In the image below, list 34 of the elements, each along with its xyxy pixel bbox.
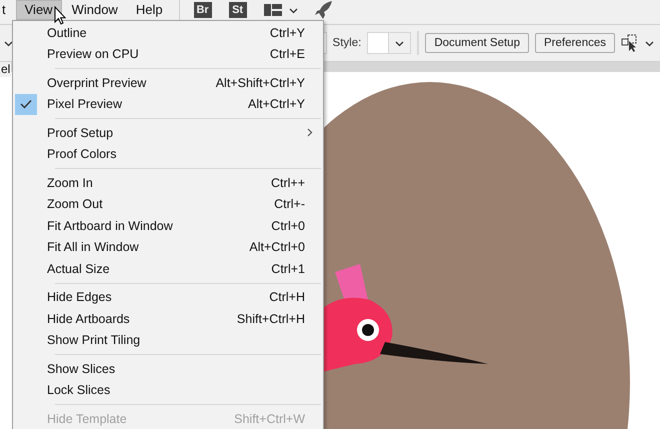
checkmark-icon <box>15 94 37 115</box>
chevron-down-icon[interactable] <box>645 40 654 46</box>
chevron-down-icon[interactable] <box>4 40 13 46</box>
menu-item[interactable]: Show Slices <box>15 358 321 380</box>
app-launcher-icon[interactable]: Br <box>194 2 212 18</box>
menu-item[interactable]: Actual Size Ctrl+1 <box>15 258 321 280</box>
menu-item[interactable]: Proof Colors <box>15 144 321 165</box>
workspace-icon[interactable] <box>264 4 282 16</box>
chevron-down-icon[interactable] <box>288 6 298 14</box>
toolbar-button[interactable]: Preferences <box>534 33 615 53</box>
menu-item[interactable]: Window <box>64 0 126 20</box>
menu-item[interactable]: Preview on CPU Ctrl+E <box>15 44 321 65</box>
menu-item[interactable]: Show Print Tiling <box>15 330 321 351</box>
menu-item[interactable]: Zoom In Ctrl++ <box>15 172 321 194</box>
menu-item[interactable]: Hide Edges Ctrl+H <box>15 286 321 308</box>
menu-item[interactable]: Fit All in Window Alt+Ctrl+0 <box>15 236 321 258</box>
style-label: Style: <box>332 37 362 49</box>
rocket-icon[interactable] <box>314 1 332 19</box>
menu-item[interactable]: t <box>0 0 14 20</box>
document-tab[interactable]: el <box>0 62 12 77</box>
menu-item[interactable]: Hide Artboards Shift+Ctrl+H <box>15 308 321 330</box>
menu-item[interactable]: Overprint Preview Alt+Shift+Ctrl+Y <box>15 72 321 94</box>
toolbar-button[interactable]: Document Setup <box>425 33 529 53</box>
app-launcher-icon[interactable]: St <box>228 2 247 18</box>
select-arrow-icon[interactable] <box>621 34 637 52</box>
menu-item[interactable]: Zoom Out Ctrl+- <box>15 194 321 215</box>
menu-item[interactable]: Proof Setup <box>15 122 321 144</box>
chevron-down-icon[interactable] <box>395 40 404 46</box>
menu-item[interactable]: Help <box>128 0 171 20</box>
menu-item[interactable]: Pixel Preview Alt+Ctrl+Y <box>15 94 321 115</box>
menu-item[interactable]: Fit Artboard in Window Ctrl+0 <box>15 215 321 236</box>
cursor-icon <box>54 6 66 25</box>
menu-item[interactable]: Lock Slices <box>15 380 321 401</box>
menu-item[interactable]: Outline Ctrl+Y <box>15 22 321 44</box>
